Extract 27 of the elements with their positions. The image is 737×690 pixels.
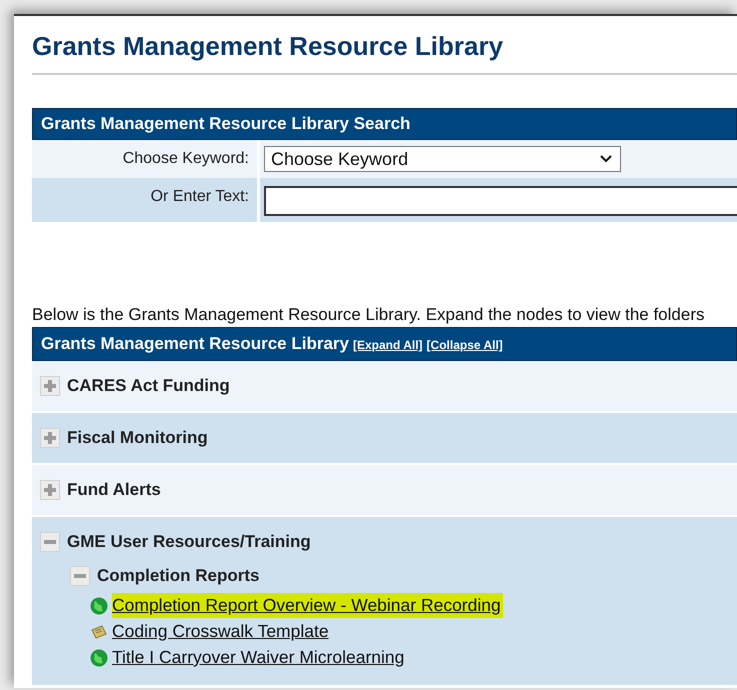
search-header: Grants Management Resource Library Search [32,108,737,140]
expand-toggle[interactable] [40,376,60,396]
intro-text: Below is the Grants Management Resource Library. Expand the nodes to view the folders [32,305,706,325]
header-link[interactable]: [Expand All] [352,338,423,352]
globe-icon [90,648,108,666]
folder-label[interactable]: Fund Alerts [67,480,161,500]
collapse-toggle[interactable] [70,566,90,586]
library-title: Grants Management Resource Library [41,334,349,354]
document-link[interactable]: Completion Report Overview - Webinar Recording [112,593,503,618]
folder-label[interactable]: Fiscal Monitoring [67,428,208,448]
globe-icon [90,596,108,614]
field-label: Or Enter Text: [150,188,249,205]
expand-toggle[interactable] [40,428,60,448]
search-text-field[interactable] [264,186,737,216]
document-link[interactable]: Coding Crosswalk Template [112,619,331,644]
header-link[interactable]: [Collapse All] [426,338,503,352]
document-link[interactable]: Title I Carryover Waiver Microlearning [112,645,406,670]
collapse-toggle[interactable] [40,532,60,552]
folder-label[interactable]: CARES Act Funding [67,376,230,396]
keyword-dropdown[interactable]: Choose Keyword [264,146,621,172]
folder-label[interactable]: Completion Reports [97,566,260,586]
expand-toggle[interactable] [40,480,60,500]
folder-label[interactable]: GME User Resources/Training [67,532,311,552]
page-title: Grants Management Resource Library [32,16,737,75]
chevron-icon [600,155,612,163]
field-label: Choose Keyword: [122,150,249,167]
document-icon [90,624,108,638]
